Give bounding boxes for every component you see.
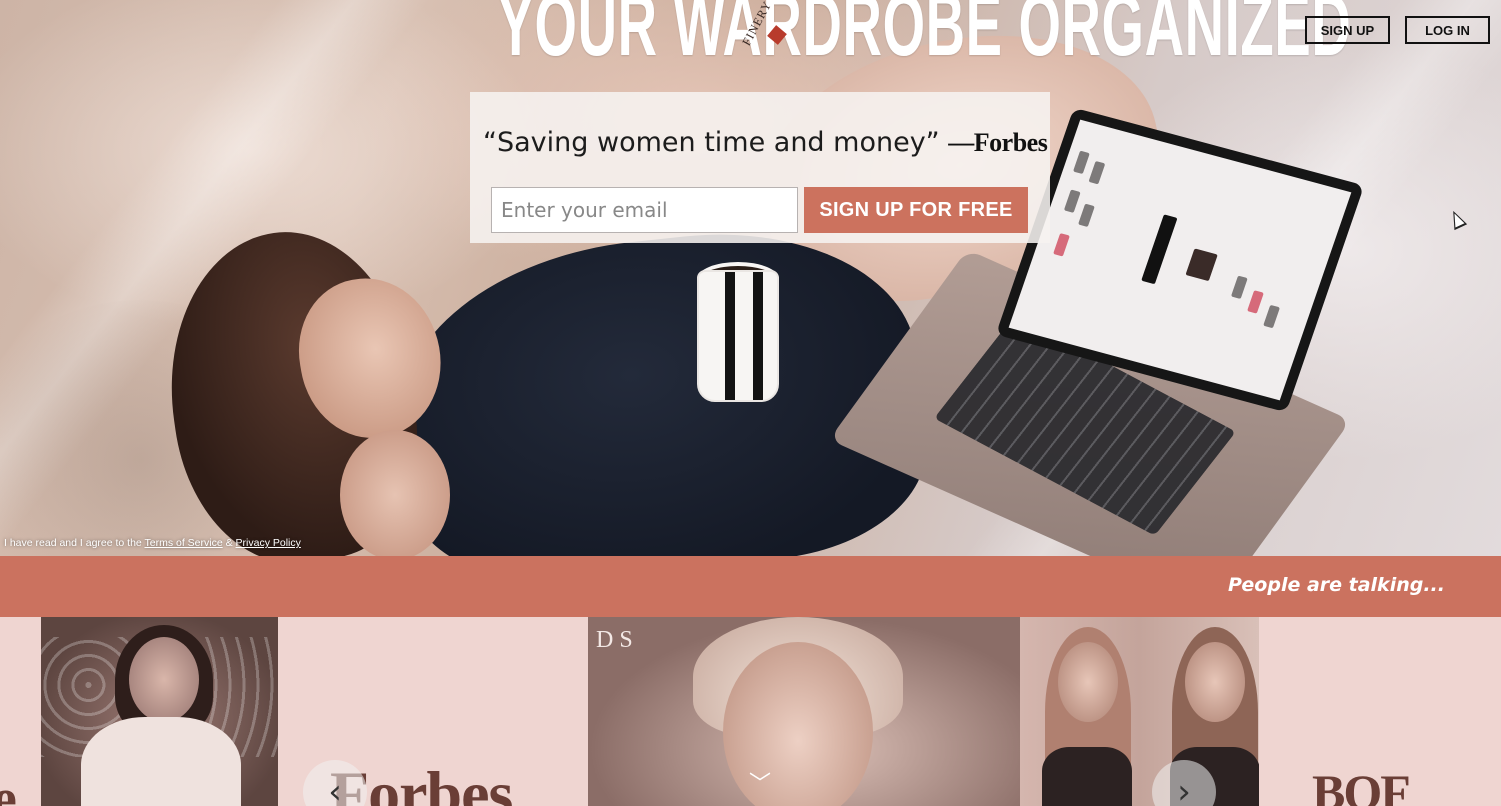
- screen-clothing-item: [1073, 150, 1090, 175]
- terms-of-service-link[interactable]: Terms of Service: [145, 537, 223, 549]
- terms-joiner: &: [222, 537, 236, 549]
- hero-section: [0, 0, 1501, 556]
- press-photo-sweater: [81, 717, 241, 806]
- login-nav-button[interactable]: LOG IN: [1405, 16, 1490, 44]
- press-photo-text: DS: [596, 627, 639, 653]
- press-photo-face: [129, 637, 199, 722]
- press-logo-bof[interactable]: BOF: [1312, 763, 1411, 806]
- hero-photo-mug: [697, 270, 779, 402]
- press-quote-source: —Forbes: [948, 128, 1048, 157]
- screen-clothing-item: [1185, 248, 1218, 282]
- press-photo-1[interactable]: [41, 617, 278, 806]
- screen-clothing-item: [1088, 160, 1106, 185]
- signup-nav-button[interactable]: SIGN UP: [1305, 16, 1390, 44]
- press-banner-text: People are talking...: [1227, 574, 1445, 596]
- signup-for-free-button[interactable]: SIGN UP FOR FREE: [804, 187, 1028, 233]
- privacy-policy-link[interactable]: Privacy Policy: [236, 537, 301, 549]
- screen-clothing-item: [1263, 304, 1280, 329]
- screen-clothing-item: [1078, 203, 1095, 228]
- press-photo-top: [1042, 747, 1132, 806]
- terms-agreement: I have read and I agree to the Terms of …: [4, 537, 301, 549]
- screen-clothing-item: [1141, 214, 1178, 285]
- press-logo-partial[interactable]: e: [0, 767, 17, 806]
- hero-photo-shoulder: [340, 430, 450, 556]
- screen-clothing-item: [1247, 290, 1264, 314]
- press-photo-face: [1058, 642, 1118, 722]
- press-quote: “Saving women time and money” —Forbes: [483, 127, 1048, 158]
- press-photo-2[interactable]: DS: [588, 617, 1020, 806]
- screen-clothing-item: [1063, 189, 1081, 213]
- press-photo-face: [1185, 642, 1245, 722]
- scroll-down-chevron-icon[interactable]: ﹀: [742, 766, 778, 797]
- press-quote-text: “Saving women time and money”: [483, 127, 940, 158]
- screen-clothing-item: [1230, 275, 1248, 299]
- screen-clothing-item: [1053, 233, 1070, 257]
- signup-card: “Saving women time and money” —Forbes SI…: [470, 92, 1050, 243]
- press-photo-3[interactable]: [1020, 617, 1259, 806]
- email-input[interactable]: [491, 187, 798, 233]
- press-banner: People are talking...: [0, 556, 1501, 617]
- terms-prefix: I have read and I agree to the: [4, 537, 145, 549]
